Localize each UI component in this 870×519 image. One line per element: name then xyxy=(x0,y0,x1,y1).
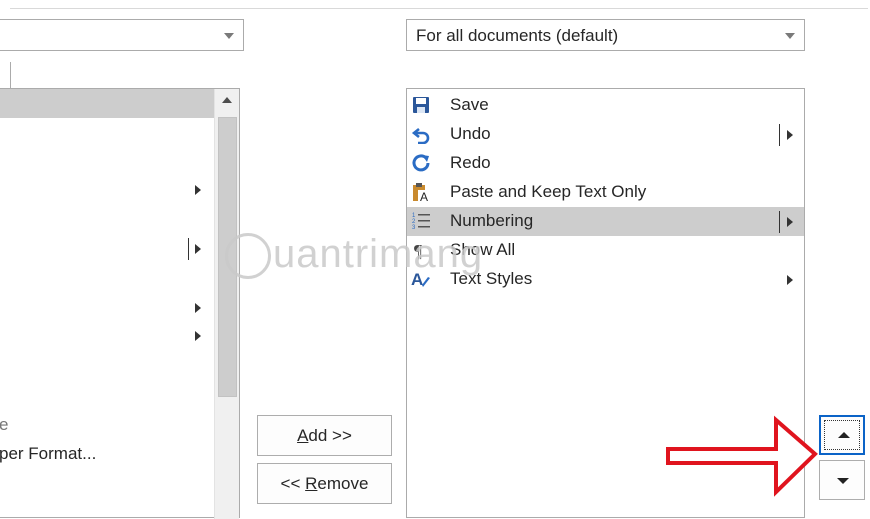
split-separator xyxy=(779,211,780,233)
list-item-label: per Format... xyxy=(0,444,97,463)
chevron-down-icon xyxy=(785,33,795,39)
watermark-logo-icon xyxy=(225,233,271,280)
remove-button-label: << Remove xyxy=(280,474,369,493)
list-item-label: Undo xyxy=(450,124,491,143)
left-list-scrollbar[interactable] xyxy=(214,89,239,519)
submenu-arrow-icon xyxy=(195,244,201,254)
add-button-label: Add >> xyxy=(297,426,352,445)
submenu-arrow-icon xyxy=(195,185,201,195)
submenu-arrow-icon xyxy=(787,217,793,227)
submenu-arrow-icon xyxy=(195,331,201,341)
split-separator xyxy=(779,124,780,146)
submenu-arrow-icon xyxy=(787,130,793,140)
svg-text:3: 3 xyxy=(412,225,416,231)
chevron-down-icon xyxy=(224,33,234,39)
split-separator xyxy=(188,238,189,260)
svg-text:A: A xyxy=(420,190,428,202)
list-item-label: Numbering xyxy=(450,211,534,230)
submenu-arrow-icon xyxy=(787,275,793,285)
list-item-redo[interactable]: Redo xyxy=(407,149,804,178)
list-item-label: Paste and Keep Text Only xyxy=(450,182,647,201)
customize-for-value: For all documents (default) xyxy=(416,26,619,45)
left-category-dropdown[interactable] xyxy=(0,19,244,51)
scroll-up-button[interactable] xyxy=(215,89,239,113)
numbering-icon: 1 2 3 xyxy=(412,213,430,231)
remove-button[interactable]: << Remove xyxy=(257,463,392,504)
arrow-up-icon xyxy=(838,432,850,438)
paste-text-only-icon: A xyxy=(413,183,430,202)
available-commands-list[interactable]: e per Format... xyxy=(0,88,240,519)
move-down-button[interactable] xyxy=(819,460,865,500)
submenu-arrow-icon xyxy=(195,303,201,313)
list-item-undo[interactable]: Undo xyxy=(407,120,804,149)
customize-for-dropdown[interactable]: For all documents (default) xyxy=(406,19,805,51)
undo-icon xyxy=(411,127,430,144)
top-divider xyxy=(10,8,868,9)
list-item-save[interactable]: Save xyxy=(407,91,804,120)
add-button[interactable]: Add >> xyxy=(257,415,392,456)
list-item-selected[interactable] xyxy=(0,89,214,118)
save-icon xyxy=(413,97,429,113)
watermark: uantrimang xyxy=(225,232,484,280)
move-up-button[interactable] xyxy=(819,415,865,455)
arrow-down-icon xyxy=(837,478,849,484)
list-item-label: Save xyxy=(450,95,489,114)
list-item-paste-text-only[interactable]: A Paste and Keep Text Only xyxy=(407,178,804,207)
annotation-arrow-icon xyxy=(666,415,818,497)
redo-icon xyxy=(412,154,430,172)
list-item-label: e xyxy=(0,415,9,434)
list-item-label: Redo xyxy=(450,153,491,172)
watermark-text: uantrimang xyxy=(273,232,484,276)
